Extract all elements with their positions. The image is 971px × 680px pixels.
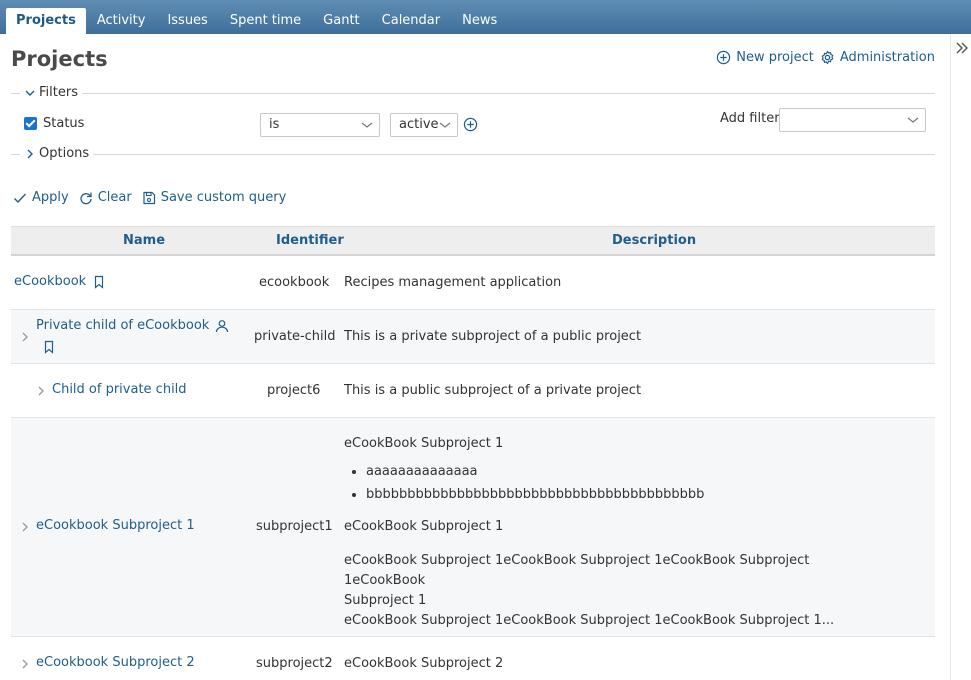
table-header: Name Identifier Description [11, 226, 935, 256]
sidebar-toggle-icon[interactable] [955, 40, 969, 56]
status-value: active [399, 117, 439, 132]
add-filter-label: Add filter [720, 111, 780, 126]
description-paragraph: eCookBook Subproject 1 [344, 436, 504, 451]
project-link[interactable]: Child of private child [52, 382, 187, 397]
header-name[interactable]: Name [123, 233, 165, 248]
project-description: This is a private subproject of a public… [344, 329, 642, 344]
table-row: Child of private child project6 This is … [11, 364, 935, 418]
page-title: Projects [11, 47, 108, 71]
main-content: Projects New project Administration Filt… [0, 34, 950, 680]
status-operator-value: is [269, 117, 280, 132]
gear-icon [821, 50, 834, 65]
tab-activity[interactable]: Activity [86, 8, 157, 34]
header-identifier[interactable]: Identifier [276, 233, 344, 248]
administration-label: Administration [839, 50, 935, 65]
bookmark-icon[interactable] [92, 275, 106, 289]
save-query-label: Save custom query [160, 190, 287, 205]
user-icon [216, 319, 229, 332]
chevron-down-icon [361, 122, 373, 128]
project-identifier: ecookbook [259, 275, 330, 290]
status-filter-label: Status [43, 116, 85, 131]
plus-circle-icon [717, 50, 731, 65]
options-fieldset-border [11, 154, 935, 155]
project-description: This is a public subproject of a private… [344, 383, 642, 398]
check-icon [14, 193, 27, 203]
new-project-label: New project [736, 50, 814, 65]
chevron-right-icon[interactable] [20, 521, 30, 533]
chevron-down-icon [25, 90, 35, 96]
save-icon [143, 191, 155, 204]
query-buttons: Apply Clear Save custom query [13, 190, 286, 205]
project-description: eCookBook Subproject 1 aaaaaaaaaaaaaa bb… [344, 434, 884, 631]
project-description: eCookBook Subproject 2 [344, 656, 504, 671]
chevron-right-icon [27, 149, 33, 158]
apply-label: Apply [32, 190, 69, 205]
description-paragraph: eCookBook Subproject 1 [344, 519, 504, 534]
project-name-cell: Private child of eCookbook [36, 318, 229, 333]
description-list: aaaaaaaaaaaaaa bbbbbbbbbbbbbbbbbbbbbbbbb… [366, 460, 884, 506]
project-identifier: project6 [267, 383, 321, 398]
tab-news[interactable]: News [451, 8, 508, 34]
header-description[interactable]: Description [612, 233, 696, 248]
project-name-cell: Child of private child [52, 382, 187, 397]
status-filter-row: Status [24, 116, 84, 131]
chevron-right-icon[interactable] [20, 331, 30, 343]
chevron-right-icon[interactable] [36, 385, 46, 397]
filters-fieldset-border [11, 93, 935, 94]
list-item: bbbbbbbbbbbbbbbbbbbbbbbbbbbbbbbbbbbbbbbb… [366, 483, 884, 506]
tab-projects[interactable]: Projects [6, 8, 86, 34]
project-identifier: subproject2 [256, 656, 333, 671]
tab-gantt[interactable]: Gantt [312, 8, 370, 34]
description-paragraph: Subproject 1 [344, 593, 427, 608]
clear-button[interactable]: Clear [79, 190, 132, 205]
table-row: eCookbook Subproject 1 subproject1 eCook… [11, 418, 935, 637]
project-identifier: private-child [254, 329, 336, 344]
status-filter-checkbox[interactable] [24, 117, 37, 130]
bookmark-icon[interactable] [42, 340, 56, 354]
project-link[interactable]: eCookbook Subproject 1 [36, 518, 195, 533]
status-operator-select[interactable]: is [260, 113, 380, 137]
main-tabs: Projects Activity Issues Spent time Gant… [6, 8, 508, 34]
project-link[interactable]: Private child of eCookbook [36, 318, 209, 333]
filters-legend-label: Filters [39, 85, 78, 100]
description-paragraph: eCookBook Subproject 1eCookBook Subproje… [344, 553, 810, 588]
list-item: aaaaaaaaaaaaaa [366, 460, 884, 483]
contextual-actions: New project Administration [716, 50, 935, 65]
reload-icon [80, 192, 92, 204]
clear-label: Clear [97, 190, 132, 205]
project-identifier: subproject1 [256, 519, 333, 534]
tab-calendar[interactable]: Calendar [371, 8, 451, 34]
options-legend[interactable]: Options [20, 146, 94, 161]
chevron-down-icon [439, 122, 451, 128]
chevron-down-icon [907, 117, 919, 123]
new-project-link[interactable]: New project [716, 50, 814, 65]
add-filter-select[interactable] [779, 108, 926, 132]
project-description: Recipes management application [344, 275, 562, 290]
project-name-cell: eCookbook Subproject 2 [36, 655, 195, 670]
toggle-multiselect-icon[interactable] [463, 117, 478, 132]
administration-link[interactable]: Administration [820, 50, 935, 65]
projects-table: Name Identifier Description eCookbook ec… [11, 226, 935, 680]
sidebar-strip [950, 34, 971, 680]
table-row: eCookbook Subproject 2 subproject2 eCook… [11, 637, 935, 680]
save-query-button[interactable]: Save custom query [142, 190, 287, 205]
project-link[interactable]: eCookbook Subproject 2 [36, 655, 195, 670]
description-paragraph: eCookBook Subproject 1eCookBook Subproje… [344, 613, 835, 628]
project-link[interactable]: eCookbook [14, 274, 86, 289]
table-row: eCookbook ecookbook Recipes management a… [11, 256, 935, 310]
project-name-cell: eCookbook [14, 274, 106, 289]
tab-spent-time[interactable]: Spent time [219, 8, 312, 34]
table-row: Private child of eCookbook private-child… [11, 310, 935, 364]
status-value-select[interactable]: active [390, 113, 458, 137]
project-name-cell: eCookbook Subproject 1 [36, 518, 195, 533]
chevron-right-icon[interactable] [20, 658, 30, 670]
top-menu: Projects Activity Issues Spent time Gant… [0, 0, 971, 34]
tab-issues[interactable]: Issues [156, 8, 218, 34]
options-legend-label: Options [39, 146, 90, 161]
apply-button[interactable]: Apply [13, 190, 69, 205]
filters-legend[interactable]: Filters [20, 85, 82, 100]
